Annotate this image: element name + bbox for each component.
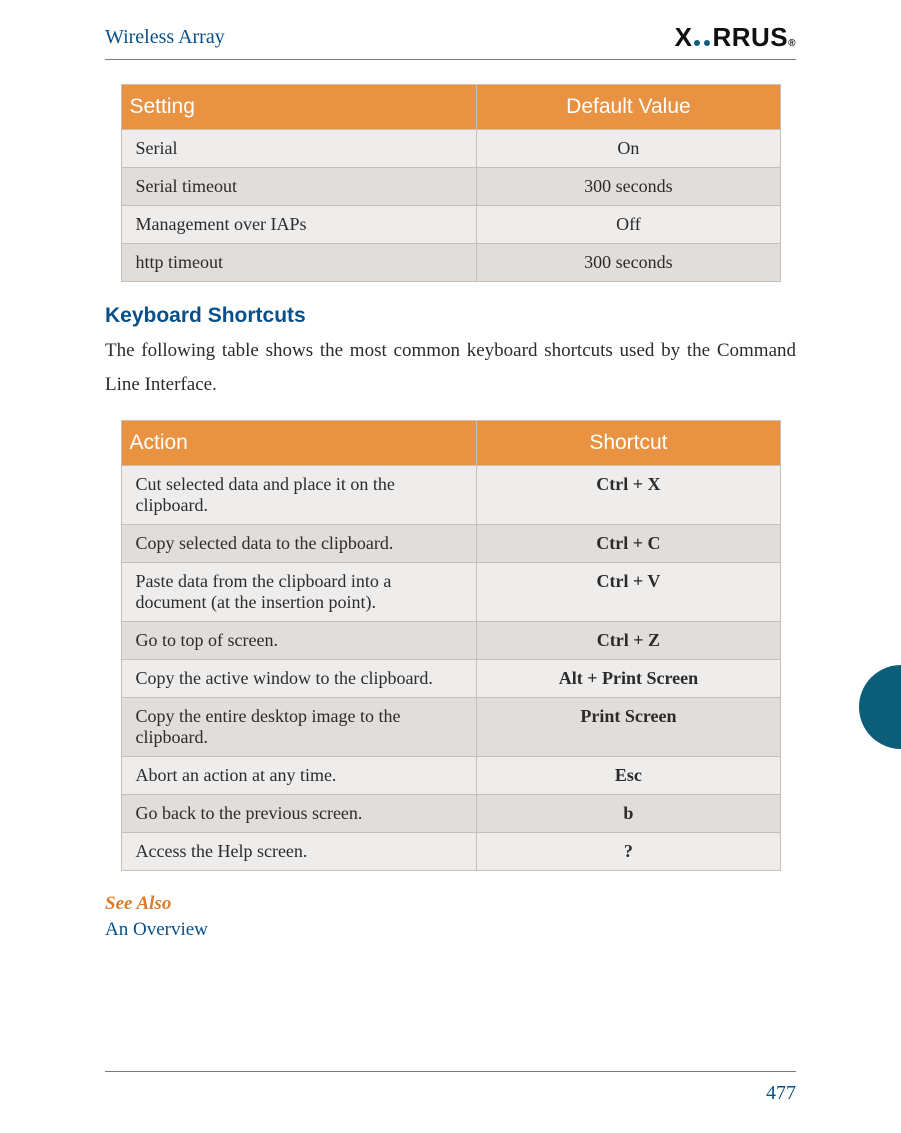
- setting-name: http timeout: [121, 244, 477, 282]
- see-also-link-overview[interactable]: An Overview: [105, 919, 796, 941]
- shortcut-text: Ctrl + Z: [477, 622, 780, 660]
- table-row: Go back to the previous screen. b: [121, 795, 780, 833]
- footer-rule: [105, 1071, 796, 1072]
- shortcut-text: Ctrl + X: [477, 466, 780, 525]
- action-text: Copy selected data to the clipboard.: [121, 525, 477, 563]
- shortcuts-table: Action Shortcut Cut selected data and pl…: [121, 420, 781, 871]
- setting-name: Serial timeout: [121, 168, 477, 206]
- see-also-label: See Also: [105, 893, 796, 915]
- registered-icon: ®: [788, 38, 796, 49]
- table-row: Copy the active window to the clipboard.…: [121, 660, 780, 698]
- logo-dot-icon: [704, 40, 710, 46]
- action-text: Abort an action at any time.: [121, 757, 477, 795]
- table-row: Access the Help screen. ?: [121, 833, 780, 871]
- setting-name: Management over IAPs: [121, 206, 477, 244]
- table-row: Go to top of screen. Ctrl + Z: [121, 622, 780, 660]
- settings-table: Setting Default Value Serial On Serial t…: [121, 84, 781, 282]
- shortcut-text: Esc: [477, 757, 780, 795]
- table-row: Cut selected data and place it on the cl…: [121, 466, 780, 525]
- table-row: Abort an action at any time. Esc: [121, 757, 780, 795]
- shortcuts-table-body: Cut selected data and place it on the cl…: [121, 466, 780, 871]
- shortcut-text: ?: [477, 833, 780, 871]
- shortcut-text: Ctrl + V: [477, 563, 780, 622]
- setting-value: 300 seconds: [477, 244, 780, 282]
- action-text: Access the Help screen.: [121, 833, 477, 871]
- table-header-default-value: Default Value: [477, 85, 780, 130]
- table-header-action: Action: [121, 421, 477, 466]
- shortcut-text: Print Screen: [477, 698, 780, 757]
- action-text: Cut selected data and place it on the cl…: [121, 466, 477, 525]
- table-row: Copy the entire desktop image to the cli…: [121, 698, 780, 757]
- shortcut-text: Alt + Print Screen: [477, 660, 780, 698]
- action-text: Copy the entire desktop image to the cli…: [121, 698, 477, 757]
- setting-value: On: [477, 130, 780, 168]
- action-text: Copy the active window to the clipboard.: [121, 660, 477, 698]
- setting-value: Off: [477, 206, 780, 244]
- shortcut-text: Ctrl + C: [477, 525, 780, 563]
- shortcut-text: b: [477, 795, 780, 833]
- setting-name: Serial: [121, 130, 477, 168]
- table-header-row: Setting Default Value: [121, 85, 780, 130]
- settings-table-body: Serial On Serial timeout 300 seconds Man…: [121, 130, 780, 282]
- table-row: Serial timeout 300 seconds: [121, 168, 780, 206]
- action-text: Go back to the previous screen.: [121, 795, 477, 833]
- action-text: Paste data from the clipboard into a doc…: [121, 563, 477, 622]
- header-rule: [105, 59, 796, 60]
- running-head: Wireless Array: [105, 26, 225, 49]
- table-row: Management over IAPs Off: [121, 206, 780, 244]
- logo-rrus: RRUS: [712, 22, 788, 53]
- table-row: Paste data from the clipboard into a doc…: [121, 563, 780, 622]
- logo-x: X: [675, 22, 693, 53]
- table-row: http timeout 300 seconds: [121, 244, 780, 282]
- setting-value: 300 seconds: [477, 168, 780, 206]
- table-header-shortcut: Shortcut: [477, 421, 780, 466]
- table-row: Serial On: [121, 130, 780, 168]
- page-number: 477: [105, 1082, 796, 1105]
- table-row: Copy selected data to the clipboard. Ctr…: [121, 525, 780, 563]
- intro-paragraph: The following table shows the most commo…: [105, 334, 796, 402]
- section-heading-keyboard-shortcuts: Keyboard Shortcuts: [105, 304, 796, 328]
- logo-dot-icon: [694, 40, 700, 46]
- action-text: Go to top of screen.: [121, 622, 477, 660]
- table-header-setting: Setting: [121, 85, 477, 130]
- table-header-row: Action Shortcut: [121, 421, 780, 466]
- brand-logo: X RRUS®: [675, 22, 796, 53]
